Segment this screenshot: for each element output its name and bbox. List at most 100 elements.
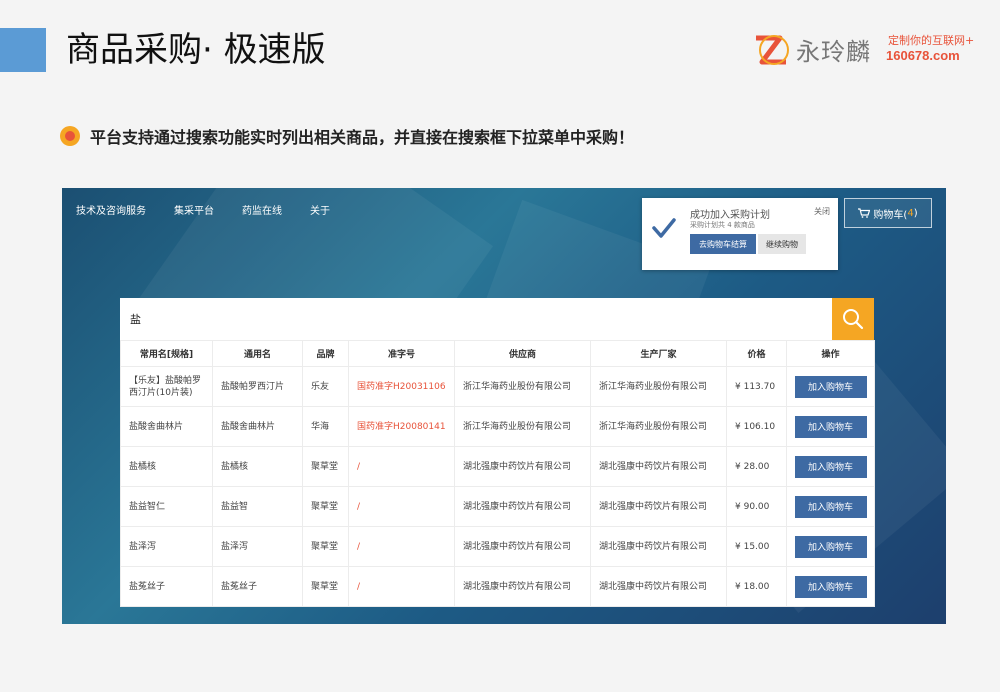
table-row: 【乐友】盐酸帕罗西汀片(10片装) 盐酸帕罗西汀片 乐友 国药准字H200311…	[120, 366, 875, 407]
table-row: 盐泽泻 盐泽泻 聚草堂 / 湖北强康中药饮片有限公司 湖北强康中药饮片有限公司 …	[120, 526, 875, 567]
add-to-cart-button[interactable]: 加入购物车	[794, 375, 867, 398]
search-button[interactable]	[832, 298, 874, 340]
nav-item-tech-services[interactable]: 技术及咨询服务	[76, 202, 146, 217]
cell-price: ¥ 15.00	[726, 526, 787, 567]
cell-action: 加入购物车	[786, 406, 875, 447]
cell-common-name: 盐菟丝子	[120, 566, 213, 607]
nav-item-procurement[interactable]: 集采平台	[174, 202, 214, 217]
brand-logo: 永玲麟 定制你的互联网+ 160678.com	[752, 28, 982, 72]
check-icon	[652, 218, 676, 238]
popup-close-link[interactable]: 关闭	[814, 206, 830, 217]
cart-icon	[858, 208, 871, 218]
cell-brand: 聚草堂	[302, 566, 349, 607]
logo-domain: 160678.com	[886, 48, 960, 63]
cell-action: 加入购物车	[786, 486, 875, 527]
cell-price: ¥ 113.70	[726, 366, 787, 407]
nav-item-about[interactable]: 关于	[310, 202, 330, 217]
cell-brand: 聚草堂	[302, 526, 349, 567]
cell-price: ¥ 106.10	[726, 406, 787, 447]
headline-text: 平台支持通过搜索功能实时列出相关商品，并直接在搜索框下拉菜单中采购！	[90, 128, 635, 147]
table-row: 盐菟丝子 盐菟丝子 聚草堂 / 湖北强康中药饮片有限公司 湖北强康中药饮片有限公…	[120, 566, 875, 607]
search-input[interactable]	[120, 298, 832, 340]
cell-generic-name: 盐泽泻	[212, 526, 303, 567]
cell-supplier: 湖北强康中药饮片有限公司	[454, 486, 591, 527]
cell-generic-name: 盐橘核	[212, 446, 303, 487]
cell-manufacturer: 浙江华海药业股份有限公司	[590, 366, 727, 407]
column-header: 生产厂家	[590, 340, 727, 367]
cart-label: 购物车(	[873, 209, 908, 221]
cell-brand: 聚草堂	[302, 446, 349, 487]
cell-approval-number: /	[348, 526, 455, 567]
cell-supplier: 浙江华海药业股份有限公司	[454, 366, 591, 407]
cell-brand: 乐友	[302, 366, 349, 407]
bullet-icon	[60, 126, 80, 146]
cell-common-name: 【乐友】盐酸帕罗西汀片(10片装)	[120, 366, 213, 407]
cell-supplier: 湖北强康中药饮片有限公司	[454, 526, 591, 567]
cell-approval-number: /	[348, 486, 455, 527]
cell-generic-name: 盐酸舍曲林片	[212, 406, 303, 447]
cell-approval-number: 国药准字H20080141	[348, 406, 455, 447]
headline: 平台支持通过搜索功能实时列出相关商品，并直接在搜索框下拉菜单中采购！	[60, 124, 634, 148]
cell-common-name: 盐泽泻	[120, 526, 213, 567]
cell-manufacturer: 湖北强康中药饮片有限公司	[590, 566, 727, 607]
cell-manufacturer: 湖北强康中药饮片有限公司	[590, 486, 727, 527]
add-to-cart-button[interactable]: 加入购物车	[794, 535, 867, 558]
cell-common-name: 盐橘核	[120, 446, 213, 487]
cell-supplier: 湖北强康中药饮片有限公司	[454, 566, 591, 607]
cell-brand: 聚草堂	[302, 486, 349, 527]
logo-name: 永玲麟	[796, 38, 871, 66]
logo-slogan: 定制你的互联网+	[888, 34, 975, 47]
added-to-plan-popup: 成功加入采购计划 采购计划共 4 款商品 关闭 去购物车结算 继续购物	[642, 198, 838, 270]
search-box	[120, 298, 874, 340]
cell-common-name: 盐益智仁	[120, 486, 213, 527]
table-row: 盐酸舍曲林片 盐酸舍曲林片 华海 国药准字H20080141 浙江华海药业股份有…	[120, 406, 875, 447]
popup-subtitle: 采购计划共 4 款商品	[690, 221, 755, 229]
table-row: 盐益智仁 盐益智 聚草堂 / 湖北强康中药饮片有限公司 湖北强康中药饮片有限公司…	[120, 486, 875, 527]
table-header-row: 常用名[规格] 通用名 品牌 准字号 供应商 生产厂家 价格 操作	[120, 340, 875, 367]
cell-manufacturer: 湖北强康中药饮片有限公司	[590, 526, 727, 567]
logo-icon	[756, 35, 789, 65]
cell-price: ¥ 18.00	[726, 566, 787, 607]
cell-manufacturer: 浙江华海药业股份有限公司	[590, 406, 727, 447]
popup-title: 成功加入采购计划	[690, 210, 770, 221]
column-header: 常用名[规格]	[120, 340, 213, 367]
cell-supplier: 湖北强康中药饮片有限公司	[454, 446, 591, 487]
app-screenshot: 技术及咨询服务 集采平台 药监在线 关于 成功加入采购计划 采购计划共 4 款商…	[62, 188, 946, 624]
nav-item-drug-supervision[interactable]: 药监在线	[242, 202, 282, 217]
cell-approval-number: /	[348, 446, 455, 487]
search-icon	[843, 309, 864, 330]
checkout-button[interactable]: 去购物车结算	[690, 234, 756, 254]
add-to-cart-button[interactable]: 加入购物车	[794, 415, 867, 438]
column-header: 准字号	[348, 340, 455, 367]
cell-price: ¥ 28.00	[726, 446, 787, 487]
continue-shopping-button[interactable]: 继续购物	[758, 234, 806, 254]
add-to-cart-button[interactable]: 加入购物车	[794, 575, 867, 598]
cell-generic-name: 盐菟丝子	[212, 566, 303, 607]
cart-label-suffix: )	[913, 207, 918, 219]
column-header: 通用名	[212, 340, 303, 367]
column-header: 品牌	[302, 340, 349, 367]
cell-action: 加入购物车	[786, 366, 875, 407]
cell-supplier: 浙江华海药业股份有限公司	[454, 406, 591, 447]
cell-approval-number: 国药准字H20031106	[348, 366, 455, 407]
cell-generic-name: 盐酸帕罗西汀片	[212, 366, 303, 407]
column-header: 操作	[786, 340, 875, 367]
column-header: 供应商	[454, 340, 591, 367]
search-results-table: 常用名[规格] 通用名 品牌 准字号 供应商 生产厂家 价格 操作 【乐友】盐酸…	[120, 340, 875, 607]
cart-button[interactable]: 购物车(4)	[844, 198, 932, 228]
cell-generic-name: 盐益智	[212, 486, 303, 527]
add-to-cart-button[interactable]: 加入购物车	[794, 495, 867, 518]
cell-action: 加入购物车	[786, 446, 875, 487]
column-header: 价格	[726, 340, 787, 367]
cell-manufacturer: 湖北强康中药饮片有限公司	[590, 446, 727, 487]
title-accent-bar	[0, 28, 46, 72]
cell-action: 加入购物车	[786, 526, 875, 567]
top-nav: 技术及咨询服务 集采平台 药监在线 关于	[76, 202, 358, 217]
add-to-cart-button[interactable]: 加入购物车	[794, 455, 867, 478]
cell-brand: 华海	[302, 406, 349, 447]
table-row: 盐橘核 盐橘核 聚草堂 / 湖北强康中药饮片有限公司 湖北强康中药饮片有限公司 …	[120, 446, 875, 487]
cell-price: ¥ 90.00	[726, 486, 787, 527]
cell-approval-number: /	[348, 566, 455, 607]
page-title: 商品采购· 极速版	[66, 30, 326, 70]
cell-common-name: 盐酸舍曲林片	[120, 406, 213, 447]
